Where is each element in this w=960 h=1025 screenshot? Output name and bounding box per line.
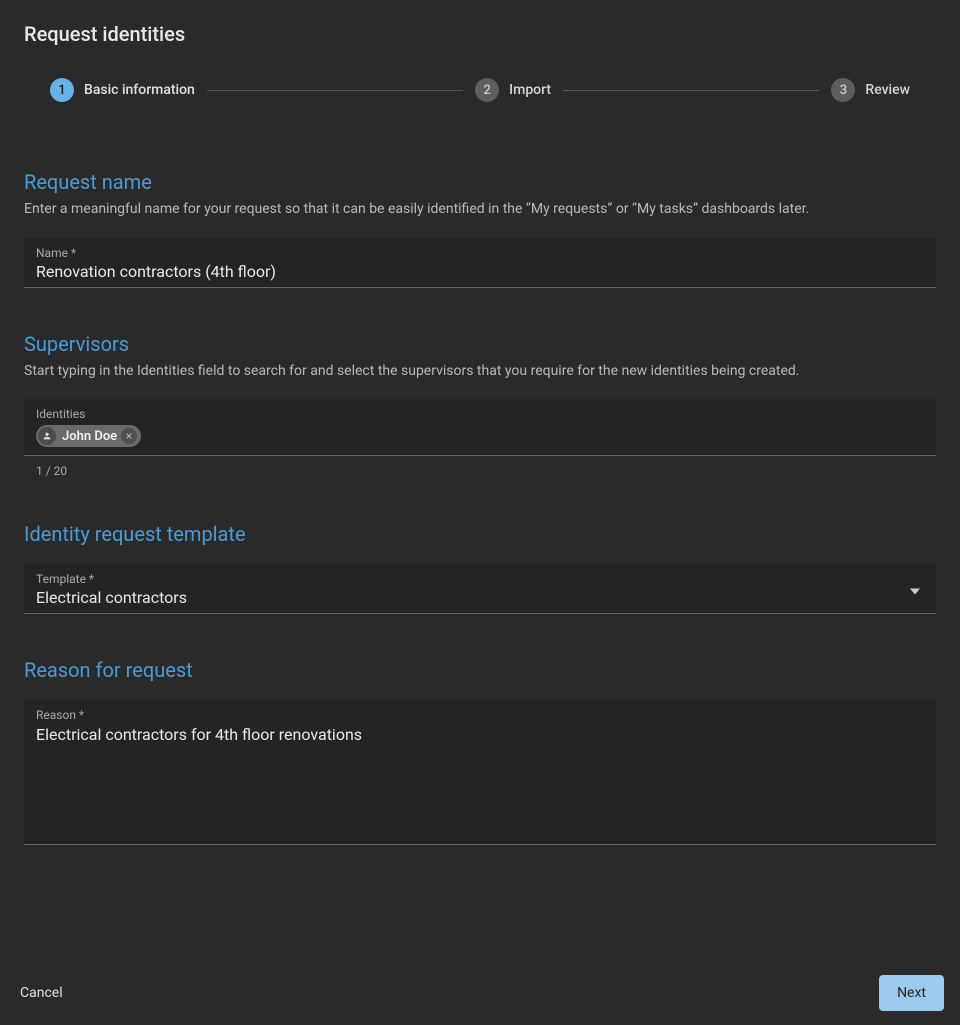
- identities-count: 1 / 20: [36, 464, 936, 478]
- step-connector: [207, 90, 463, 91]
- person-icon: [38, 427, 56, 445]
- reason-field[interactable]: Reason *: [24, 700, 936, 845]
- chip-row: John Doe: [36, 425, 924, 449]
- step-number: 2: [475, 78, 499, 102]
- section-template: Identity request template Template * Ele…: [0, 522, 960, 614]
- identity-chip[interactable]: John Doe: [36, 425, 141, 447]
- section-title: Reason for request: [24, 658, 936, 682]
- field-label: Identities: [36, 407, 924, 421]
- footer: Cancel Next: [0, 961, 960, 1025]
- chevron-down-icon: [910, 579, 920, 598]
- name-input[interactable]: [36, 262, 924, 281]
- page-title: Request identities: [0, 0, 960, 64]
- step-connector: [563, 90, 819, 91]
- section-reason: Reason for request Reason *: [0, 658, 960, 845]
- step-label: Basic information: [84, 82, 195, 98]
- section-supervisors: Supervisors Start typing in the Identiti…: [0, 332, 960, 479]
- step-label: Review: [865, 82, 910, 98]
- template-field[interactable]: Template * Electrical contractors: [24, 564, 936, 614]
- field-label: Template *: [36, 572, 924, 586]
- section-request-name: Request name Enter a meaningful name for…: [0, 170, 960, 288]
- field-label: Reason *: [36, 708, 924, 722]
- chip-label: John Doe: [62, 429, 117, 444]
- identities-field[interactable]: Identities John Doe: [24, 399, 936, 456]
- section-title: Identity request template: [24, 522, 936, 546]
- next-button[interactable]: Next: [879, 975, 944, 1011]
- reason-input[interactable]: [36, 724, 924, 834]
- section-title: Supervisors: [24, 332, 936, 356]
- step-number: 1: [50, 78, 74, 102]
- name-field[interactable]: Name *: [24, 238, 936, 288]
- step-basic-information[interactable]: 1 Basic information: [50, 78, 195, 102]
- remove-chip-icon[interactable]: [121, 428, 137, 444]
- step-number: 3: [831, 78, 855, 102]
- field-label: Name *: [36, 246, 924, 260]
- section-title: Request name: [24, 170, 936, 194]
- cancel-button[interactable]: Cancel: [16, 977, 67, 1009]
- section-desc: Start typing in the Identities field to …: [24, 362, 936, 382]
- step-import[interactable]: 2 Import: [475, 78, 551, 102]
- step-review[interactable]: 3 Review: [831, 78, 910, 102]
- template-select[interactable]: Electrical contractors: [36, 588, 924, 607]
- stepper: 1 Basic information 2 Import 3 Review: [0, 64, 960, 126]
- section-desc: Enter a meaningful name for your request…: [24, 200, 936, 220]
- step-label: Import: [509, 82, 551, 98]
